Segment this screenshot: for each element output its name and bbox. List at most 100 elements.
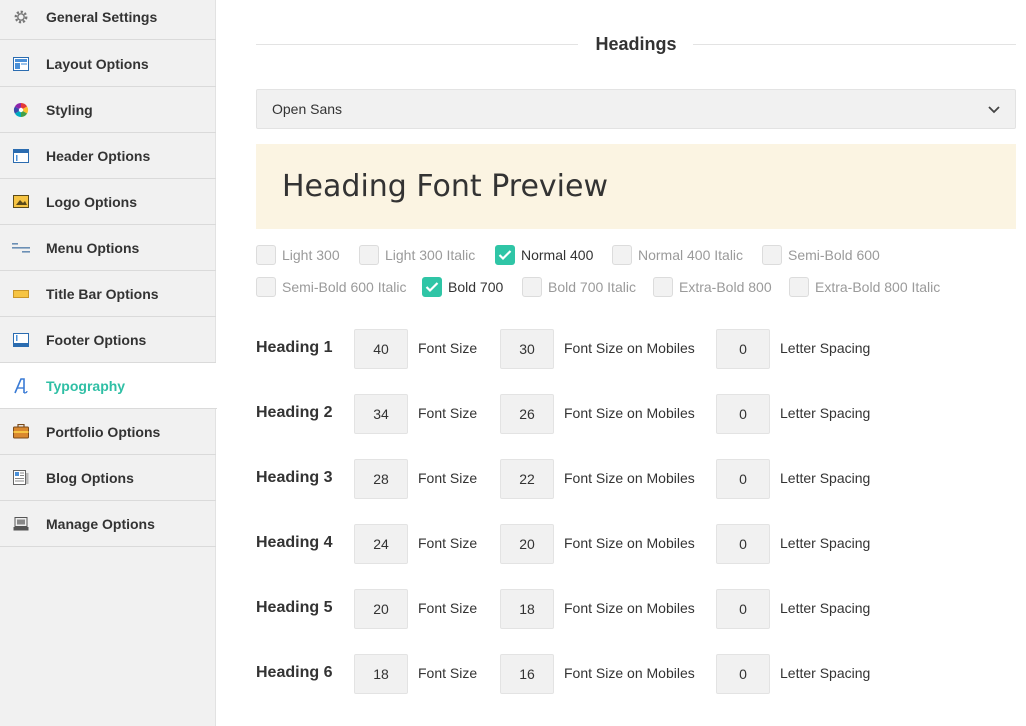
- weight-label: Semi-Bold 600: [788, 247, 880, 263]
- checkbox[interactable]: [612, 245, 632, 265]
- sidebar-item-styling[interactable]: Styling: [0, 87, 216, 133]
- font-size-input[interactable]: 28: [354, 459, 408, 499]
- letter-spacing-input[interactable]: 0: [716, 459, 770, 499]
- checkbox[interactable]: [256, 245, 276, 265]
- checkbox[interactable]: [522, 277, 542, 297]
- sidebar-item-portfolio-options[interactable]: Portfolio Options: [0, 409, 216, 455]
- weight-option-bold-700-italic[interactable]: Bold 700 Italic: [522, 276, 636, 298]
- sidebar-item-label: Footer Options: [46, 331, 147, 348]
- mobile-font-size-label: Font Size on Mobiles: [564, 600, 695, 616]
- heading-name: Heading 5: [256, 599, 333, 616]
- sidebar: General Settings Layout Options Styling …: [0, 0, 217, 726]
- mobile-font-size-label: Font Size on Mobiles: [564, 665, 695, 681]
- weight-label: Normal 400 Italic: [638, 247, 744, 263]
- portfolio-icon: [12, 424, 30, 440]
- color-wheel-icon: [12, 102, 30, 118]
- mobile-font-size-label: Font Size on Mobiles: [564, 470, 695, 486]
- weight-option-normal-400[interactable]: Normal 400: [495, 244, 593, 266]
- sidebar-item-menu-options[interactable]: Menu Options: [0, 225, 216, 271]
- heading-row-h2: Heading 2 34 Font Size 26 Font Size on M…: [256, 394, 1016, 434]
- weight-option-semi-bold-600-italic[interactable]: Semi-Bold 600 Italic: [256, 276, 407, 298]
- sidebar-item-layout-options[interactable]: Layout Options: [0, 41, 216, 87]
- mobile-font-size-input[interactable]: 22: [500, 459, 554, 499]
- section-heading: Headings: [256, 25, 1016, 65]
- weight-option-normal-400-italic[interactable]: Normal 400 Italic: [612, 244, 743, 266]
- sidebar-item-label: Menu Options: [46, 239, 140, 256]
- sidebar-item-label: Blog Options: [46, 469, 134, 486]
- sidebar-item-logo-options[interactable]: Logo Options: [0, 179, 216, 225]
- font-size-input[interactable]: 20: [354, 589, 408, 629]
- letter-spacing-input[interactable]: 0: [716, 394, 770, 434]
- letter-spacing-label: Letter Spacing: [780, 665, 871, 681]
- gear-icon: [12, 9, 30, 25]
- heading-row-h3: Heading 3 28 Font Size 22 Font Size on M…: [256, 459, 1016, 499]
- sidebar-item-label: General Settings: [46, 8, 158, 25]
- typography-icon: [12, 377, 30, 394]
- menu-icon: [12, 240, 30, 256]
- weight-option-bold-700[interactable]: Bold 700: [422, 276, 503, 298]
- sidebar-item-label: Manage Options: [46, 515, 155, 532]
- header-icon: [12, 148, 30, 164]
- checkbox-checked[interactable]: [495, 245, 515, 265]
- font-family-select[interactable]: Open Sans: [256, 89, 1016, 129]
- sidebar-item-label: Styling: [46, 101, 93, 118]
- mobile-font-size-input[interactable]: 30: [500, 329, 554, 369]
- weight-label: Light 300 Italic: [385, 247, 476, 263]
- heading-row-h1: Heading 1 40 Font Size 30 Font Size on M…: [256, 329, 1016, 369]
- weight-label: Bold 700: [448, 279, 504, 295]
- mobile-font-size-input[interactable]: 20: [500, 524, 554, 564]
- letter-spacing-label: Letter Spacing: [780, 600, 871, 616]
- checkbox[interactable]: [359, 245, 379, 265]
- heading-row-h5: Heading 5 20 Font Size 18 Font Size on M…: [256, 589, 1016, 629]
- weight-option-light-300[interactable]: Light 300: [256, 244, 340, 266]
- letter-spacing-input[interactable]: 0: [716, 589, 770, 629]
- font-size-label: Font Size: [418, 405, 478, 421]
- mobile-font-size-label: Font Size on Mobiles: [564, 405, 695, 421]
- weight-label: Extra-Bold 800: [679, 279, 772, 295]
- font-size-label: Font Size: [418, 665, 478, 681]
- weight-option-extra-bold-800[interactable]: Extra-Bold 800: [653, 276, 772, 298]
- heading-name: Heading 3: [256, 469, 333, 486]
- sidebar-item-header-options[interactable]: Header Options: [0, 133, 216, 179]
- letter-spacing-input[interactable]: 0: [716, 524, 770, 564]
- section-title: Headings: [581, 34, 691, 54]
- sidebar-item-label: Header Options: [46, 147, 151, 164]
- weight-option-light-300-italic[interactable]: Light 300 Italic: [359, 244, 475, 266]
- sidebar-item-label: Typography: [46, 377, 126, 394]
- font-size-label: Font Size: [418, 340, 478, 356]
- sidebar-item-label: Portfolio Options: [46, 423, 161, 440]
- weight-option-extra-bold-800-italic[interactable]: Extra-Bold 800 Italic: [789, 276, 940, 298]
- font-size-input[interactable]: 40: [354, 329, 408, 369]
- mobile-font-size-input[interactable]: 16: [500, 654, 554, 694]
- sidebar-item-general-settings[interactable]: General Settings: [0, 0, 216, 40]
- sidebar-item-label: Title Bar Options: [46, 285, 159, 302]
- sidebar-item-footer-options[interactable]: Footer Options: [0, 317, 216, 363]
- letter-spacing-label: Letter Spacing: [780, 340, 871, 356]
- heading-name: Heading 2: [256, 404, 333, 421]
- sidebar-item-title-bar-options[interactable]: Title Bar Options: [0, 271, 216, 317]
- checkbox[interactable]: [653, 277, 673, 297]
- weight-label: Normal 400: [521, 247, 594, 263]
- sidebar-item-manage-options[interactable]: Manage Options: [0, 501, 216, 547]
- font-size-input[interactable]: 18: [354, 654, 408, 694]
- font-size-input[interactable]: 24: [354, 524, 408, 564]
- sidebar-item-label: Logo Options: [46, 193, 137, 210]
- letter-spacing-label: Letter Spacing: [780, 470, 871, 486]
- letter-spacing-input[interactable]: 0: [716, 329, 770, 369]
- weight-option-semi-bold-600[interactable]: Semi-Bold 600: [762, 244, 880, 266]
- mobile-font-size-input[interactable]: 26: [500, 394, 554, 434]
- font-family-value: Open Sans: [272, 101, 343, 117]
- font-size-input[interactable]: 34: [354, 394, 408, 434]
- sidebar-item-typography[interactable]: Typography: [0, 363, 217, 409]
- heading-row-h6: Heading 6 18 Font Size 16 Font Size on M…: [256, 654, 1016, 694]
- letter-spacing-input[interactable]: 0: [716, 654, 770, 694]
- checkbox[interactable]: [762, 245, 782, 265]
- heading-name: Heading 6: [256, 664, 333, 681]
- checkbox[interactable]: [256, 277, 276, 297]
- mobile-font-size-input[interactable]: 18: [500, 589, 554, 629]
- chevron-down-icon: [987, 102, 1001, 116]
- title-bar-icon: [12, 286, 30, 302]
- sidebar-item-blog-options[interactable]: Blog Options: [0, 455, 216, 501]
- checkbox[interactable]: [789, 277, 809, 297]
- checkbox-checked[interactable]: [422, 277, 442, 297]
